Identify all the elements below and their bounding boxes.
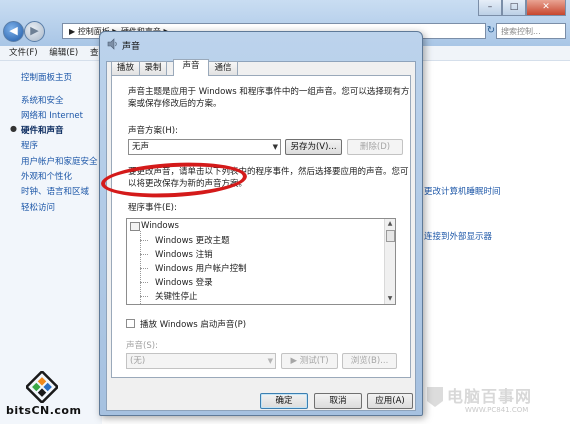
sidebar-item-ease-of-access[interactable]: 轻松访问 (21, 201, 55, 213)
link-change-sleep[interactable]: 更改计算机睡眠时间 (424, 185, 501, 197)
speaker-icon (107, 38, 117, 50)
window-caption-buttons: – □ ✕ (478, 0, 566, 16)
sidebar-item-network[interactable]: 网络和 Internet (21, 109, 83, 121)
sound-select[interactable]: (无) ▼ (126, 353, 276, 369)
tab-communications[interactable]: 通信 (208, 61, 238, 75)
bitscn-watermark: bitsCN.com (6, 371, 86, 423)
sound-scheme-select[interactable]: 无声 ▼ (128, 139, 281, 155)
scroll-down-icon[interactable]: ▼ (386, 295, 394, 303)
event-item[interactable]: Windows 更改主题 (155, 234, 230, 246)
startup-sound-label[interactable]: 播放 Windows 启动声音(P) (140, 318, 246, 330)
tree-branch (140, 254, 148, 255)
save-as-button[interactable]: 另存为(V)... (285, 139, 342, 155)
sidebar-item-security[interactable]: 系统和安全 (21, 94, 64, 106)
scheme-value: 无声 (132, 142, 150, 152)
scheme-label: 声音方案(H): (128, 126, 178, 136)
sidebar-item-user-accounts[interactable]: 用户帐户和家庭安全 (21, 155, 98, 167)
sidebar-item-appearance[interactable]: 外观和个性化 (21, 170, 72, 182)
tree-branch (140, 268, 148, 269)
startup-sound-checkbox[interactable] (126, 319, 135, 328)
tab-recording[interactable]: 录制 (139, 61, 167, 75)
tab-playback[interactable]: 播放 (111, 61, 140, 75)
dialog-title: 声音 (122, 42, 141, 52)
tree-branch (140, 282, 148, 283)
event-item[interactable]: Windows 注销 (155, 248, 213, 260)
forward-button[interactable]: ▶ (24, 21, 45, 42)
scroll-thumb[interactable] (386, 230, 395, 242)
intro-text-line-1: 声音主题是应用于 Windows 和程序事件中的一组声音。您可以选择现有方 (128, 87, 410, 97)
close-button[interactable]: ✕ (526, 0, 566, 16)
scroll-up-icon[interactable]: ▲ (386, 220, 394, 228)
tree-branch (140, 296, 148, 297)
sidebar-item-clock-region[interactable]: 时钟、语言和区域 (21, 185, 89, 197)
bitscn-logo-icon (26, 371, 58, 403)
program-events-list[interactable]: Windows Windows 更改主题 Windows 注销 Windows … (126, 218, 396, 305)
sound-label: 声音(S): (126, 341, 158, 351)
sidebar-item-home[interactable]: 控制面板主页 (21, 71, 72, 83)
event-item[interactable]: Windows 用户帐户控制 (155, 262, 247, 274)
menu-edit[interactable]: 编辑(E) (49, 48, 78, 58)
test-button[interactable]: ▶ 测试(T) (281, 353, 338, 369)
explorer-sidebar: 控制面板主页 系统和安全 网络和 Internet ● 硬件和声音 程序 用户帐… (0, 61, 102, 424)
chevron-down-icon: ▼ (272, 143, 278, 151)
cancel-button[interactable]: 取消 (314, 393, 362, 409)
sidebar-item-programs[interactable]: 程序 (21, 139, 38, 151)
intro-text-line-2: 案或保存修改后的方案。 (128, 99, 222, 109)
event-item[interactable]: Windows 登录 (155, 276, 213, 288)
sound-value: (无) (130, 356, 146, 366)
minimize-button[interactable]: – (478, 0, 502, 16)
tree-branch (140, 240, 148, 241)
bitscn-text: bitsCN.com (6, 404, 82, 417)
menu-file[interactable]: 文件(F) (9, 48, 38, 58)
sound-dialog: 声音 播放 录制 声音 通信 声音主题是应用于 Windows 和程序事件中的一… (99, 31, 423, 416)
back-button[interactable]: ◀ (3, 21, 24, 42)
refresh-icon[interactable]: ↻ (486, 23, 496, 39)
delete-button[interactable]: 删除(D) (347, 139, 403, 155)
pc841-logo-icon (427, 387, 443, 407)
events-scrollbar[interactable]: ▲ ▼ (384, 219, 395, 304)
windows-folder-icon (130, 222, 140, 231)
event-root-windows[interactable]: Windows (141, 221, 179, 231)
event-item[interactable]: 关键性停止 (155, 290, 198, 302)
browse-button[interactable]: 浏览(B)... (342, 353, 397, 369)
ok-button[interactable]: 确定 (260, 393, 308, 409)
pc841-watermark: 电脑百事网 WWW.PC841.COM (425, 383, 570, 423)
pc841-name: 电脑百事网 (447, 387, 533, 406)
pc841-url: WWW.PC841.COM (465, 406, 529, 414)
tab-sounds[interactable]: 声音 (173, 59, 209, 76)
link-external-display[interactable]: 连接到外部显示器 (424, 230, 492, 242)
apply-button[interactable]: 应用(A) (367, 393, 413, 409)
chevron-down-icon: ▼ (267, 357, 273, 365)
sidebar-item-hardware-sound[interactable]: 硬件和声音 (21, 124, 64, 136)
dialog-client: 播放 录制 声音 通信 声音主题是应用于 Windows 和程序事件中的一组声音… (106, 59, 416, 411)
program-events-label: 程序事件(E): (128, 203, 177, 213)
maximize-button[interactable]: □ (502, 0, 526, 16)
current-item-bullet: ● (10, 124, 17, 133)
search-input[interactable]: 搜索控制... (496, 23, 566, 39)
